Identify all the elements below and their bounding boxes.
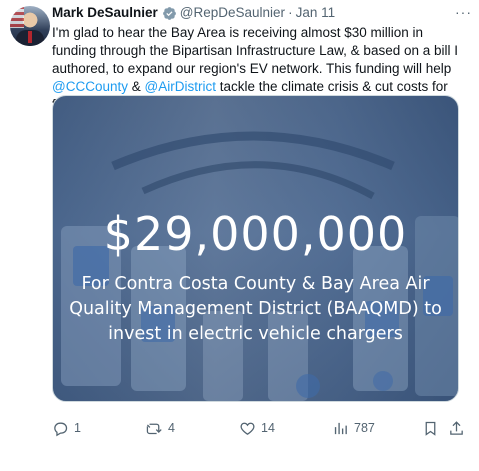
heart-icon [240, 422, 255, 435]
funding-amount: $29,000,000 [103, 207, 408, 261]
like-button[interactable]: 14 [239, 418, 275, 438]
reply-icon [54, 422, 68, 436]
tweet-media-image[interactable]: $29,000,000 For Contra Costa County & Ba… [52, 95, 459, 402]
repost-button[interactable]: 4 [146, 418, 175, 438]
separator-dot: · [288, 5, 293, 20]
author-name[interactable]: Mark DeSaulnier [52, 4, 158, 22]
tweet-date[interactable]: Jan 11 [296, 4, 336, 22]
tweet[interactable]: Mark DeSaulnier @RepDeSaulnier · Jan 11 … [0, 0, 479, 471]
bookmark-button[interactable] [422, 418, 439, 438]
mention-cccounty-link[interactable]: @CCCounty [52, 79, 128, 94]
author-avatar[interactable] [10, 6, 50, 46]
reply-button[interactable]: 1 [52, 418, 81, 438]
avatar-flag-background [10, 6, 24, 28]
mention-airdistrict-link[interactable]: @AirDistrict [145, 79, 216, 94]
share-button[interactable] [448, 418, 465, 438]
repost-icon [146, 423, 162, 434]
views-chart-icon [334, 422, 347, 434]
like-count: 14 [261, 421, 275, 435]
tweet-actions: 1 4 14 787 [52, 418, 470, 438]
views-button[interactable]: 787 [332, 418, 375, 438]
views-count: 787 [354, 421, 375, 435]
more-options-icon[interactable]: ··· [455, 4, 472, 20]
share-icon [450, 420, 463, 435]
verified-badge-icon[interactable] [162, 6, 177, 21]
bookmark-icon [425, 421, 436, 436]
funding-caption: For Contra Costa County & Bay Area Air Q… [69, 274, 442, 344]
repost-count: 4 [168, 421, 175, 435]
tweet-text-part: & [127, 79, 145, 94]
author-handle[interactable]: @RepDeSaulnier [180, 4, 285, 22]
avatar-tie [28, 31, 32, 43]
tweet-text-part: I'm glad to hear the Bay Area is receivi… [52, 25, 459, 76]
tweet-header: Mark DeSaulnier @RepDeSaulnier · Jan 11 [52, 4, 472, 22]
reply-count: 1 [74, 421, 81, 435]
